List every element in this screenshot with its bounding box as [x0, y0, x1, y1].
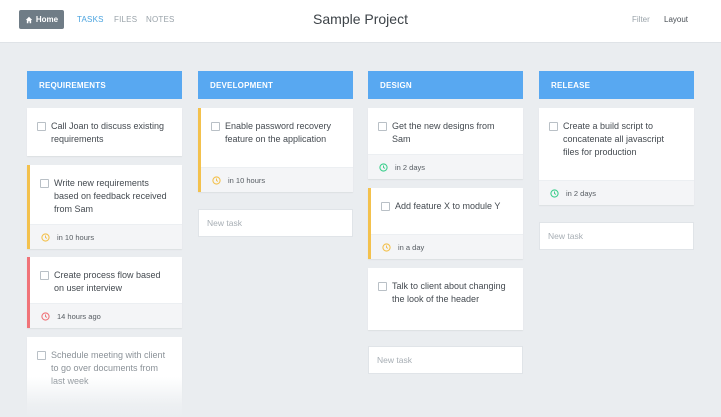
- clock-icon: [41, 311, 50, 321]
- task-text: Enable password recovery feature on the …: [225, 121, 332, 144]
- task-text: Talk to client about changing the look o…: [392, 281, 506, 304]
- clock-icon: [550, 188, 559, 198]
- new-task-input[interactable]: New task: [368, 346, 523, 374]
- filter-button[interactable]: Filter: [632, 15, 650, 24]
- column-header: RELEASE: [539, 71, 694, 99]
- task-card[interactable]: Create process flow based on user interv…: [27, 257, 182, 328]
- due-text: in 2 days: [566, 188, 597, 198]
- task-text: Schedule meeting with client to go over …: [51, 350, 166, 386]
- task-checkbox[interactable]: [378, 122, 387, 131]
- task-text: Create process flow based on user interv…: [54, 270, 161, 293]
- column-release: RELEASE Create a build script to concate…: [539, 71, 694, 250]
- task-card[interactable]: Add feature X to module Y in a day: [368, 188, 523, 259]
- page-title: Sample Project: [313, 11, 408, 27]
- top-bar: Home TASKS FILES NOTES Sample Project Fi…: [0, 0, 721, 43]
- task-text: Create a build script to concatenate all…: [563, 121, 665, 157]
- task-text: Get the new designs from Sam: [392, 121, 495, 144]
- column-design: DESIGN Get the new designs from Sam in 2…: [368, 71, 523, 374]
- task-card[interactable]: Create a build script to concatenate all…: [539, 108, 694, 205]
- task-checkbox[interactable]: [37, 351, 46, 360]
- task-card[interactable]: Call Joan to discuss existing requiremen…: [27, 108, 182, 156]
- task-card[interactable]: Get the new designs from Sam in 2 days: [368, 108, 523, 179]
- task-text: Add feature X to module Y: [395, 201, 501, 211]
- task-due: 14 hours ago: [30, 303, 182, 328]
- due-text: in 10 hours: [228, 175, 266, 185]
- column-requirements: REQUIREMENTS Call Joan to discuss existi…: [27, 71, 182, 417]
- task-due: in 10 hours: [201, 167, 353, 192]
- clock-icon: [379, 162, 388, 172]
- task-card[interactable]: Enable password recovery feature on the …: [198, 108, 353, 192]
- task-due: in 2 days: [539, 180, 694, 205]
- clock-icon: [382, 242, 391, 252]
- column-header: REQUIREMENTS: [27, 71, 182, 99]
- task-due: in 10 hours: [30, 224, 182, 249]
- clock-icon: [41, 232, 50, 242]
- task-checkbox[interactable]: [37, 122, 46, 131]
- task-checkbox[interactable]: [211, 122, 220, 131]
- task-checkbox[interactable]: [378, 282, 387, 291]
- due-text: in 2 days: [395, 162, 426, 172]
- column-header: DESIGN: [368, 71, 523, 99]
- task-checkbox[interactable]: [549, 122, 558, 131]
- column-header: DEVELOPMENT: [198, 71, 353, 99]
- layout-button[interactable]: Layout: [664, 15, 688, 24]
- due-text: in 10 hours: [57, 232, 95, 242]
- task-due: in a day: [371, 234, 523, 259]
- new-task-input[interactable]: New task: [539, 222, 694, 250]
- clock-icon: [212, 175, 221, 185]
- task-due: in 2 days: [368, 154, 523, 179]
- task-card[interactable]: Talk to client about changing the look o…: [368, 268, 523, 330]
- task-text: Call Joan to discuss existing requiremen…: [51, 121, 165, 144]
- task-card[interactable]: Write new requirements based on feedback…: [27, 165, 182, 249]
- column-development: DEVELOPMENT Enable password recovery fea…: [198, 71, 353, 237]
- new-task-input[interactable]: New task: [198, 209, 353, 237]
- task-checkbox[interactable]: [40, 179, 49, 188]
- due-text: 14 hours ago: [57, 311, 101, 321]
- task-card[interactable]: Schedule meeting with client to go over …: [27, 337, 182, 417]
- task-checkbox[interactable]: [40, 271, 49, 280]
- task-text: Write new requirements based on feedback…: [54, 178, 167, 214]
- task-checkbox[interactable]: [381, 202, 390, 211]
- due-text: in a day: [398, 242, 425, 252]
